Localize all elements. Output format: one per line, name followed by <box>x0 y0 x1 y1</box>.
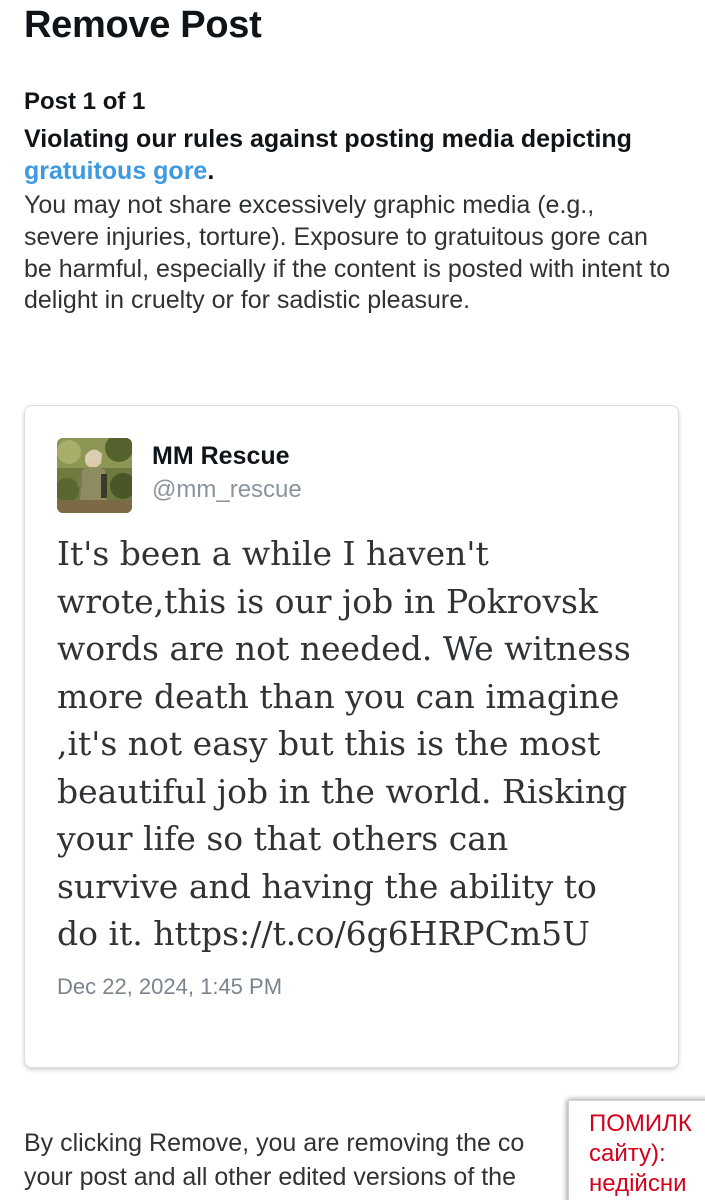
error-popup-text: ПОМИЛК сайту): недійсни <box>589 1110 692 1197</box>
gratuitous-gore-rule-link[interactable]: gratuitous gore <box>24 157 207 185</box>
tweet-timestamp: Dec 22, 2024, 1:45 PM <box>57 974 283 999</box>
page-title: Remove Post <box>24 4 262 46</box>
violation-description: You may not share excessively graphic me… <box>24 191 671 315</box>
author-name[interactable]: MM Rescue <box>152 440 290 472</box>
violation-heading: Violating our rules against posting medi… <box>24 123 684 187</box>
avatar[interactable] <box>57 438 132 513</box>
remove-post-page: Remove Post Post 1 of 1 Violating our ru… <box>0 0 705 1200</box>
post-counter: Post 1 of 1 <box>24 88 146 115</box>
error-popup: ПОМИЛК сайту): недійсни <box>568 1100 705 1200</box>
violation-heading-period: . <box>207 157 215 185</box>
author-handle[interactable]: @mm_rescue <box>152 474 302 506</box>
tweet-card: MM Rescue @mm_rescue It's been a while I… <box>24 405 679 1068</box>
tweet-text: It's been a while I haven't wrote,this i… <box>57 534 631 953</box>
profile-photo-icon <box>57 438 132 513</box>
violation-heading-text: Violating our rules against posting medi… <box>24 125 632 153</box>
